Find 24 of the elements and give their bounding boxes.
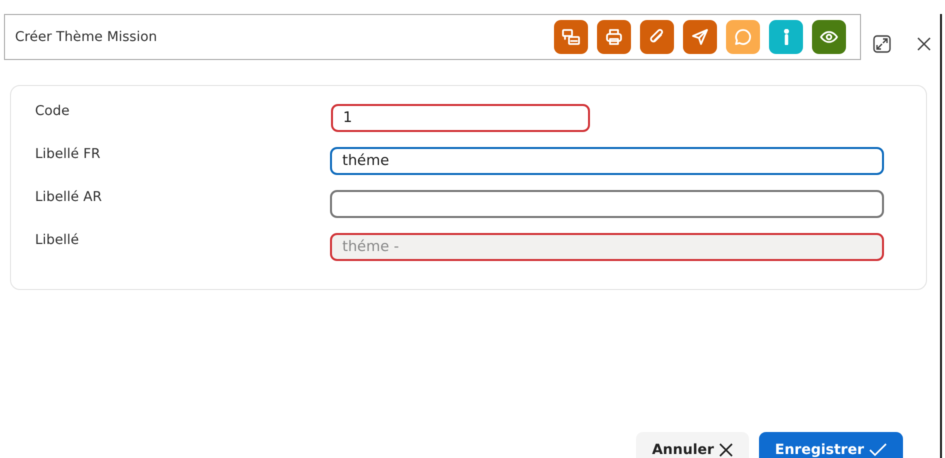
field-label: Code xyxy=(35,102,71,121)
close-icon xyxy=(718,443,733,457)
chat-bubble-icon xyxy=(733,27,753,47)
toolbar-button[interactable] xyxy=(769,20,803,54)
cancel-button[interactable]: Annuler xyxy=(636,432,749,458)
printers-icon xyxy=(561,27,581,47)
toolbar-button[interactable] xyxy=(554,20,588,54)
input-field[interactable]: 1 xyxy=(331,104,590,132)
toolbar-button[interactable] xyxy=(812,20,846,54)
check-icon xyxy=(869,443,887,457)
info-icon xyxy=(784,29,788,45)
field-label: Libellé FR xyxy=(35,145,102,164)
field-label: Libellé xyxy=(35,231,80,250)
send-icon xyxy=(690,27,710,47)
input-field[interactable]: théme xyxy=(330,147,884,175)
expand-icon xyxy=(872,34,892,54)
save-button[interactable]: Enregistrer xyxy=(758,432,903,458)
printer-icon xyxy=(604,27,624,47)
field-label: Libellé AR xyxy=(35,188,103,207)
toolbar-button[interactable] xyxy=(597,20,631,54)
window-title: Créer Thème Mission xyxy=(15,28,158,47)
toolbar-button[interactable] xyxy=(683,20,717,54)
input-field[interactable] xyxy=(330,190,884,218)
toolbar-button[interactable] xyxy=(640,20,674,54)
